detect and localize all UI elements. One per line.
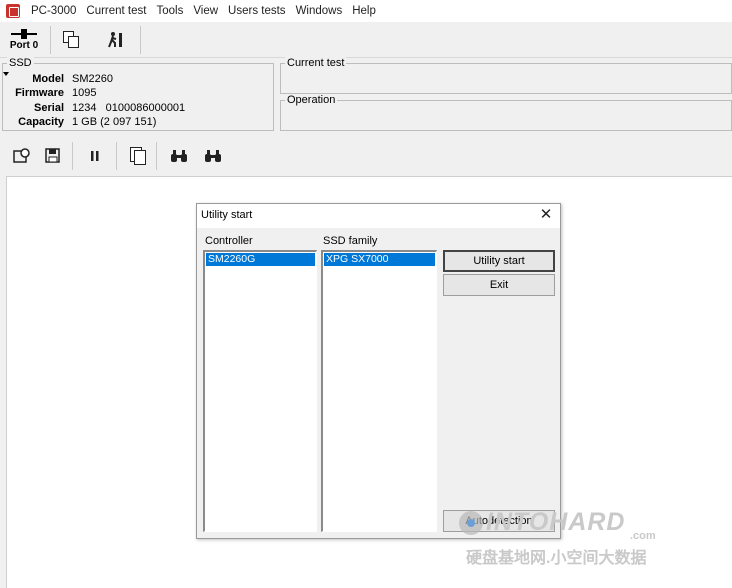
find-next-icon bbox=[205, 150, 221, 162]
model-value: SM2260 bbox=[72, 73, 113, 85]
ssd-family-list[interactable]: XPG SX7000 bbox=[321, 250, 437, 532]
utility-start-dialog: Utility start ✕ Controller SSD family SM… bbox=[196, 203, 561, 539]
firmware-label: Firmware bbox=[15, 87, 64, 99]
port-button[interactable]: Port 0 bbox=[4, 25, 44, 55]
copy-windows-button[interactable] bbox=[60, 28, 84, 52]
list-item[interactable]: SM2260G bbox=[206, 253, 315, 266]
pause-button[interactable] bbox=[84, 145, 106, 167]
copy-pages-icon bbox=[129, 147, 147, 165]
model-label: Model bbox=[32, 73, 64, 85]
chip-settings-button[interactable] bbox=[10, 145, 32, 167]
capacity-value: 1 GB (2 097 151) bbox=[72, 116, 157, 128]
watermark-domain: .com bbox=[630, 530, 656, 542]
menu-current-test[interactable]: Current test bbox=[81, 0, 151, 22]
capacity-label: Capacity bbox=[18, 116, 64, 128]
serial-row: Serial 1234 0100086000001 bbox=[0, 101, 270, 115]
save-chip-icon bbox=[45, 148, 60, 163]
run-test-icon bbox=[108, 32, 122, 48]
dialog-title-bar: Utility start ✕ bbox=[197, 204, 560, 228]
controller-label: Controller bbox=[205, 235, 253, 247]
run-test-button[interactable] bbox=[104, 28, 128, 52]
copy-pages-button[interactable] bbox=[127, 145, 149, 167]
toolbar-separator bbox=[72, 142, 73, 170]
list-item[interactable]: XPG SX7000 bbox=[324, 253, 435, 266]
chip-settings-icon bbox=[13, 148, 30, 163]
current-test-title: Current test bbox=[285, 57, 347, 69]
ssd-group-title: SSD bbox=[7, 57, 34, 69]
port-label: Port 0 bbox=[9, 40, 39, 51]
watermark-logo-icon bbox=[459, 511, 483, 535]
find-icon bbox=[171, 150, 187, 162]
menu-bar: PC-3000 Current test Tools View Users te… bbox=[0, 0, 732, 22]
menu-tools[interactable]: Tools bbox=[151, 0, 188, 22]
find-button[interactable] bbox=[168, 145, 190, 167]
firmware-value: 1095 bbox=[72, 87, 97, 99]
operation-title: Operation bbox=[285, 94, 338, 106]
dialog-title: Utility start bbox=[201, 209, 253, 221]
app-title: PC-3000 bbox=[31, 5, 77, 17]
menu-windows[interactable]: Windows bbox=[291, 0, 348, 22]
watermark-logo-text: INTOHARD bbox=[486, 508, 626, 536]
app-logo-icon bbox=[6, 4, 20, 18]
toolbar-separator bbox=[156, 142, 157, 170]
serial-value: 1234 0100086000001 bbox=[72, 102, 186, 114]
menu-help[interactable]: Help bbox=[347, 0, 381, 22]
watermark: INTOHARD .com 硬盘基地网.小空间大数据 bbox=[458, 508, 678, 572]
port-icon bbox=[11, 29, 37, 39]
ssd-family-label: SSD family bbox=[323, 235, 378, 247]
capacity-row: Capacity 1 GB (2 097 151) bbox=[0, 115, 270, 129]
utility-start-button[interactable]: Utility start bbox=[443, 250, 555, 272]
toolbar-separator bbox=[140, 26, 141, 54]
pause-icon bbox=[91, 151, 99, 161]
toolbar-separator bbox=[116, 142, 117, 170]
operation-panel: Operation bbox=[280, 94, 732, 131]
copy-windows-icon bbox=[63, 31, 81, 49]
toolbar-separator bbox=[50, 26, 51, 54]
menu-users-tests[interactable]: Users tests bbox=[223, 0, 291, 22]
model-row: Model SM2260 bbox=[0, 72, 270, 86]
serial-label: Serial bbox=[34, 102, 64, 114]
controller-list[interactable]: SM2260G bbox=[203, 250, 317, 532]
menu-view[interactable]: View bbox=[188, 0, 223, 22]
save-chip-button[interactable] bbox=[42, 145, 64, 167]
current-test-panel: Current test bbox=[280, 57, 732, 94]
watermark-chinese-text: 硬盘基地网.小空间大数据 bbox=[466, 550, 647, 567]
firmware-row: Firmware 1095 bbox=[0, 86, 270, 100]
exit-button[interactable]: Exit bbox=[443, 274, 555, 296]
main-toolbar: Port 0 bbox=[0, 22, 732, 58]
find-next-button[interactable] bbox=[202, 145, 224, 167]
close-icon[interactable]: ✕ bbox=[538, 207, 554, 223]
